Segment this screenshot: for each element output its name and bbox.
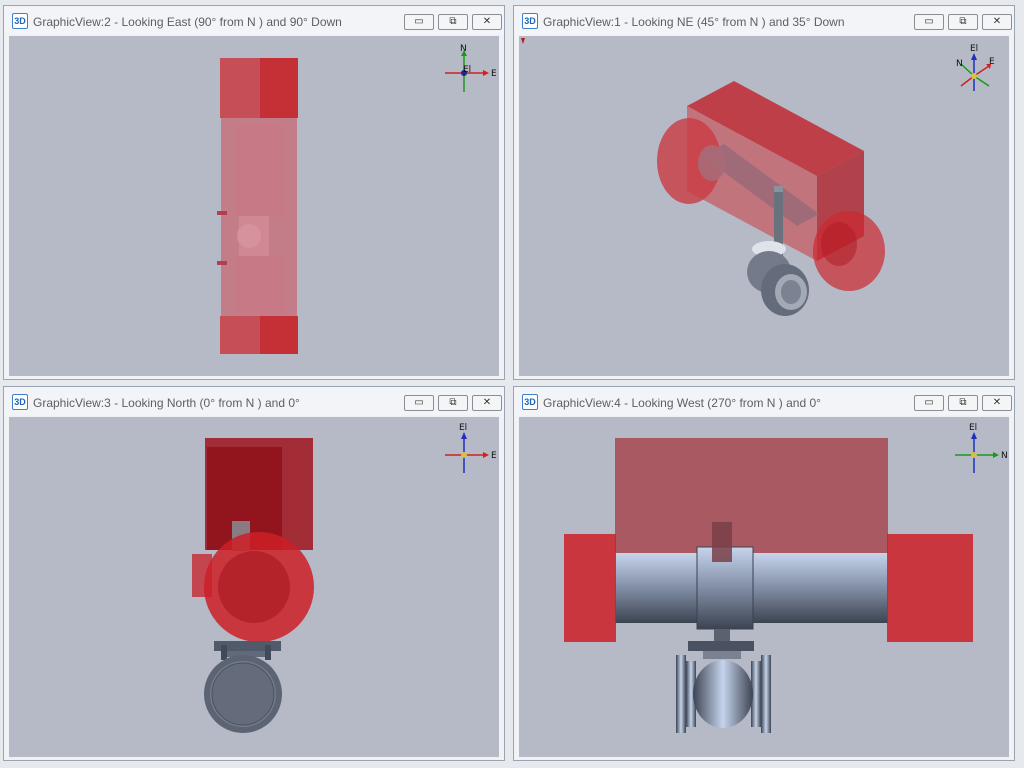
svg-text:N: N [1001,451,1008,461]
graphic-view-4-title: GraphicView:4 - Looking West (270° from … [543,396,821,410]
svg-text:El: El [459,423,467,433]
minimize-button[interactable]: ▭ [914,395,944,411]
3d-view-icon: 3D [12,13,28,29]
graphic-view-4-window: 3D GraphicView:4 - Looking West (270° fr… [513,386,1015,761]
minimize-button[interactable]: ▭ [404,14,434,30]
svg-text:El: El [463,65,471,75]
graphic-view-2-window: 3D GraphicView:2 - Looking East (90° fro… [3,5,505,380]
restore-button[interactable]: ⧉ [438,14,468,30]
3d-view-icon: 3D [522,394,538,410]
graphic-view-3-viewport[interactable]: El E [9,417,499,757]
close-button[interactable]: ✕ [472,14,502,30]
graphic-view-2-title: GraphicView:2 - Looking East (90° from N… [33,15,342,29]
svg-text:E: E [491,69,497,79]
close-button[interactable]: ✕ [982,14,1012,30]
svg-text:El: El [969,423,977,433]
graphic-view-1-title: GraphicView:1 - Looking NE (45° from N )… [543,15,845,29]
graphic-view-3-window: 3D GraphicView:3 - Looking North (0° fro… [3,386,505,761]
graphic-view-3-titlebar[interactable]: 3D GraphicView:3 - Looking North (0° fro… [4,387,504,415]
graphic-view-2-titlebar[interactable]: 3D GraphicView:2 - Looking East (90° fro… [4,6,504,34]
minimize-button[interactable]: ▭ [404,395,434,411]
orientation-triad-icon: El E [445,423,497,473]
restore-button[interactable]: ⧉ [438,395,468,411]
minimize-button[interactable]: ▭ [914,14,944,30]
svg-text:E: E [491,451,497,461]
svg-text:N: N [956,59,963,69]
graphic-view-1-viewport[interactable]: El N E [519,36,1009,376]
orientation-triad-icon: El N E [956,44,995,91]
restore-button[interactable]: ⧉ [948,395,978,411]
graphic-view-1-titlebar[interactable]: 3D GraphicView:1 - Looking NE (45° from … [514,6,1014,34]
restore-button[interactable]: ⧉ [948,14,978,30]
orientation-triad-icon: El N [955,423,1008,473]
graphic-view-4-viewport[interactable]: El N [519,417,1009,757]
graphic-views-grid: 3D GraphicView:2 - Looking East (90° fro… [0,0,1024,768]
graphic-view-4-titlebar[interactable]: 3D GraphicView:4 - Looking West (270° fr… [514,387,1014,415]
graphic-view-2-viewport[interactable]: N E El [9,36,499,376]
svg-text:El: El [970,44,978,54]
graphic-view-3-title: GraphicView:3 - Looking North (0° from N… [33,396,300,410]
3d-view-icon: 3D [522,13,538,29]
graphic-view-1-window: 3D GraphicView:1 - Looking NE (45° from … [513,5,1015,380]
svg-text:E: E [989,57,995,67]
close-button[interactable]: ✕ [472,395,502,411]
3d-view-icon: 3D [12,394,28,410]
orientation-triad-icon: N E El [445,44,497,92]
svg-text:N: N [460,44,467,54]
close-button[interactable]: ✕ [982,395,1012,411]
